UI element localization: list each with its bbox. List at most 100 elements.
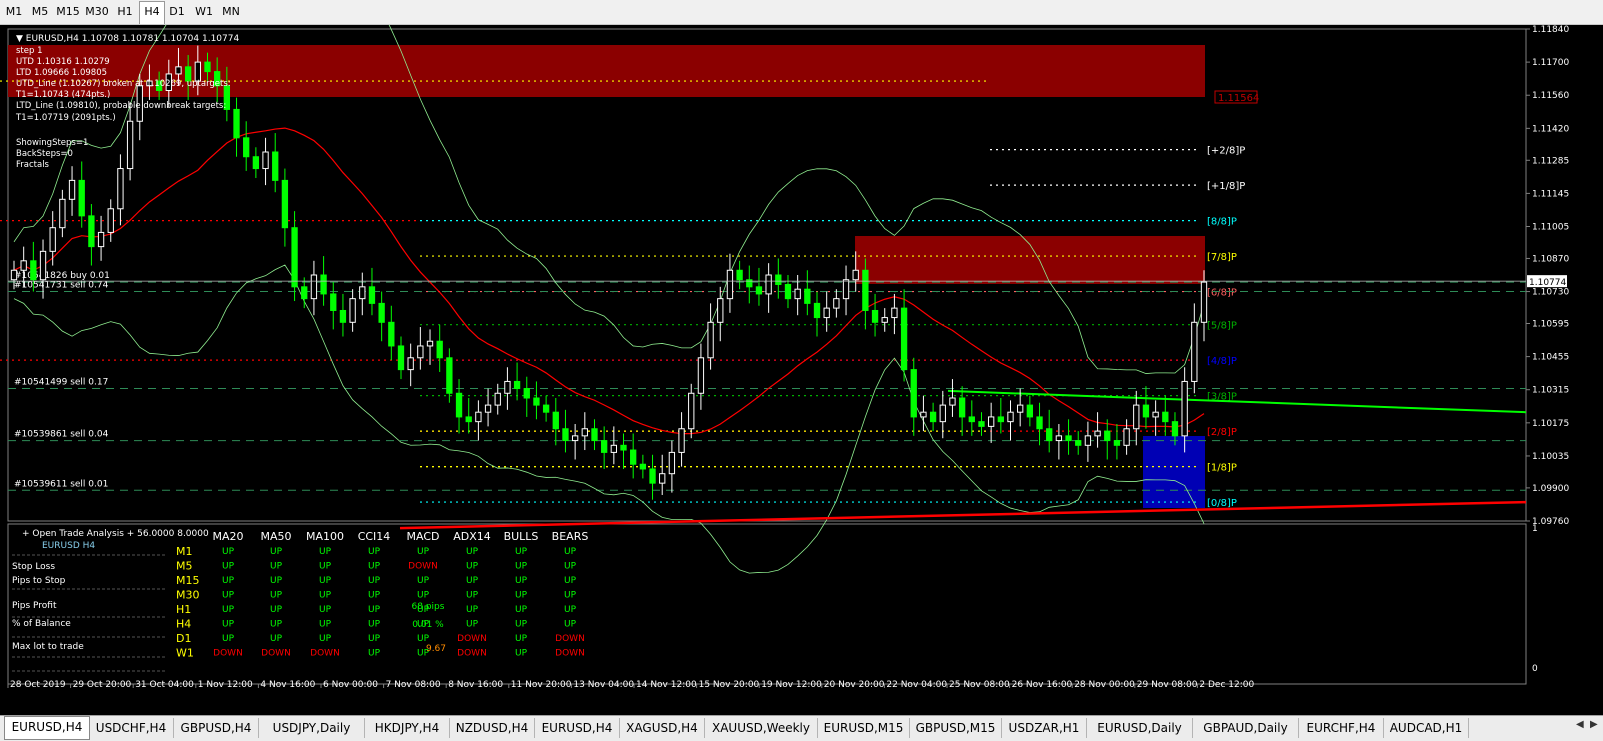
info-text-line: step 1 xyxy=(16,46,43,56)
candle-body xyxy=(417,345,424,359)
analysis-label: % of Balance xyxy=(12,619,71,629)
murrey-label: [+2/8]P xyxy=(1207,146,1245,157)
candle-body xyxy=(765,274,772,295)
analysis-column-header: CCI14 xyxy=(358,530,391,543)
analysis-signal: DOWN xyxy=(408,562,438,572)
timeframe-h1[interactable]: H1 xyxy=(112,2,138,22)
candle-body xyxy=(958,397,966,418)
candle-body xyxy=(1113,440,1121,446)
candle-body xyxy=(775,274,782,285)
candle-body xyxy=(591,428,598,442)
candle-body xyxy=(1094,430,1101,437)
candle-body xyxy=(388,321,395,347)
analysis-signal: UP xyxy=(319,591,332,601)
murrey-label: [1/8]P xyxy=(1207,463,1237,474)
scroll-right-icon[interactable]: ▶ xyxy=(1590,719,1598,730)
analysis-signal: DOWN xyxy=(555,634,585,644)
symbol-tab[interactable]: EURUSD,M15 xyxy=(818,718,910,738)
analysis-signal: UP xyxy=(564,620,577,630)
x-tick-label: 20 Nov 20:00 xyxy=(824,680,885,690)
timeframe-d1[interactable]: D1 xyxy=(164,2,190,22)
symbol-tab[interactable]: USDCHF,H4 xyxy=(89,718,174,738)
murrey-label: [4/8]P xyxy=(1207,356,1237,367)
candle-body xyxy=(504,380,511,394)
candle-body xyxy=(49,227,56,252)
symbol-tab-bar: EURUSD,H4 USDCHF,H4 GBPUSD,H4 USDJPY,Daily H… xyxy=(0,715,1603,741)
analysis-signal: UP xyxy=(270,620,283,630)
symbol-tab[interactable]: EURUSD,H4 xyxy=(4,716,90,740)
x-tick-label: 6 Nov 00:00 xyxy=(323,680,378,690)
symbol-tab[interactable]: AUDCAD,H1 xyxy=(1384,718,1469,738)
max-lot-value: 9.67 xyxy=(426,644,446,654)
scroll-left-icon[interactable]: ◀ xyxy=(1576,719,1584,730)
x-tick-label: 2 Dec 12:00 xyxy=(1199,680,1254,690)
timeframe-mn[interactable]: MN xyxy=(218,2,244,22)
candle-body xyxy=(126,120,134,170)
candle-body xyxy=(20,260,27,271)
candle-body xyxy=(88,215,95,248)
symbol-tab[interactable]: EURCHF,H4 xyxy=(1299,718,1384,738)
analysis-row-timeframe: H1 xyxy=(176,603,191,616)
analysis-signal: UP xyxy=(368,576,381,586)
candle-body xyxy=(475,411,482,423)
symbol-tab[interactable]: USDJPY,Daily xyxy=(259,718,365,738)
symbol-tab[interactable]: XAGUSD,H4 xyxy=(620,718,705,738)
candle-body xyxy=(842,279,850,300)
y-tick-label: 1.10870 xyxy=(1532,254,1569,264)
y-tick-label: 1.11560 xyxy=(1532,91,1569,101)
timeframe-m1[interactable]: M1 xyxy=(2,2,26,22)
candle-body xyxy=(291,227,298,288)
symbol-tab[interactable]: GBPUSD,H4 xyxy=(174,718,259,738)
analysis-subpanel xyxy=(7,523,1527,685)
analysis-signal: UP xyxy=(270,634,283,644)
candle-body xyxy=(107,208,114,233)
symbol-header: ▼ EURUSD,H4 1.10708 1.10781 1.10704 1.10… xyxy=(16,34,239,44)
candle-body xyxy=(881,317,888,323)
analysis-label: Pips to Stop xyxy=(12,576,66,586)
candle-body xyxy=(349,298,356,323)
analysis-signal: UP xyxy=(319,605,332,615)
analysis-signal: UP xyxy=(319,620,332,630)
timeframe-h4[interactable]: H4 xyxy=(139,1,165,24)
candle-body xyxy=(1123,428,1130,446)
symbol-tab[interactable]: HKDJPY,H4 xyxy=(365,718,450,738)
candle-body xyxy=(929,411,937,423)
candle-body xyxy=(601,440,608,453)
murrey-label: [8/8]P xyxy=(1207,217,1237,228)
symbol-tab[interactable]: EURUSD,Daily xyxy=(1087,718,1193,738)
candle-body xyxy=(871,309,879,323)
x-tick-label: 7 Nov 08:00 xyxy=(386,680,441,690)
analysis-signal: UP xyxy=(564,605,577,615)
x-tick-label: 15 Nov 20:00 xyxy=(699,680,760,690)
analysis-signal: UP xyxy=(466,591,479,601)
analysis-signal: UP xyxy=(466,620,479,630)
symbol-tab[interactable]: GBPUSD,M15 xyxy=(910,718,1002,738)
symbol-tab[interactable]: XAUUSD,Weekly xyxy=(705,718,818,738)
timeframe-toolbar: M1 M5 M15 M30 H1 H4 D1 W1 MN xyxy=(0,0,1603,25)
analysis-signal: UP xyxy=(368,634,381,644)
timeframe-m30[interactable]: M30 xyxy=(83,2,111,22)
symbol-tab[interactable]: EURUSD,H4 xyxy=(535,718,620,738)
candle-body xyxy=(697,357,705,394)
symbol-tab[interactable]: GBPAUD,Daily xyxy=(1193,718,1299,738)
analysis-column-header: MA20 xyxy=(212,530,243,543)
y-tick-label: 1.11700 xyxy=(1532,58,1569,68)
timeframe-w1[interactable]: W1 xyxy=(191,2,217,22)
candle-body xyxy=(1084,435,1092,446)
symbol-tab[interactable]: NZDUSD,H4 xyxy=(450,718,535,738)
info-text-line: LTD_Line (1.09810), probable downbreak t… xyxy=(16,101,226,111)
analysis-signal: UP xyxy=(368,649,381,659)
timeframe-m15[interactable]: M15 xyxy=(54,2,82,22)
analysis-signal: UP xyxy=(319,634,332,644)
candle-body xyxy=(1026,404,1034,418)
trade-label: #10541499 sell 0.17 xyxy=(14,378,108,388)
x-tick-label: 26 Nov 16:00 xyxy=(1012,680,1073,690)
analysis-signal: DOWN xyxy=(555,649,585,659)
resistance-price-label: 1.11564 xyxy=(1218,93,1259,104)
timeframe-m5[interactable]: M5 xyxy=(27,2,53,22)
candle-body xyxy=(649,468,656,484)
x-tick-label: 14 Nov 12:00 xyxy=(636,680,697,690)
candle-body xyxy=(1104,430,1111,442)
price-chart[interactable]: 1.11564 [+2/8]P [+1/8]P [8/8]P [7/8]P [6/8]P [… xyxy=(0,25,1603,715)
symbol-tab[interactable]: USDZAR,H1 xyxy=(1002,718,1087,738)
